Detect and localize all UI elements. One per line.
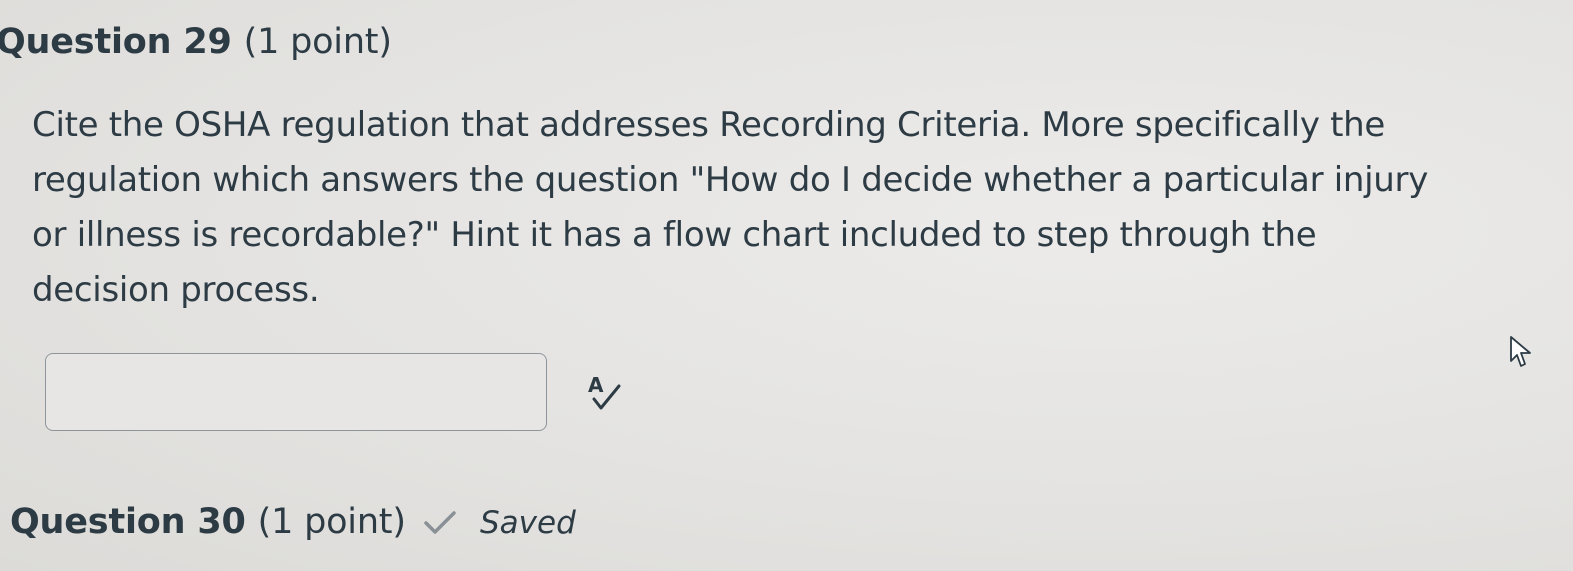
mouse-pointer-icon [1508,335,1536,369]
spell-check-icon[interactable]: A [586,372,624,414]
question-29-answer-input[interactable] [45,353,547,431]
question-29-label: Question 29 [0,22,232,62]
question-29-prompt: Cite the OSHA regulation that addresses … [32,105,1429,310]
question-29-points: (1 point) [243,22,392,62]
svg-text:A: A [588,373,604,397]
question-30-title: Question 30 (1 point) [10,502,406,542]
question-30-label: Question 30 [10,502,246,542]
question-30-points: (1 point) [257,502,406,542]
saved-status: Saved [422,505,576,541]
saved-status-text: Saved [480,505,576,541]
question-29-title: Question 29 (1 point) [0,22,392,62]
checkmark-icon [422,509,458,537]
